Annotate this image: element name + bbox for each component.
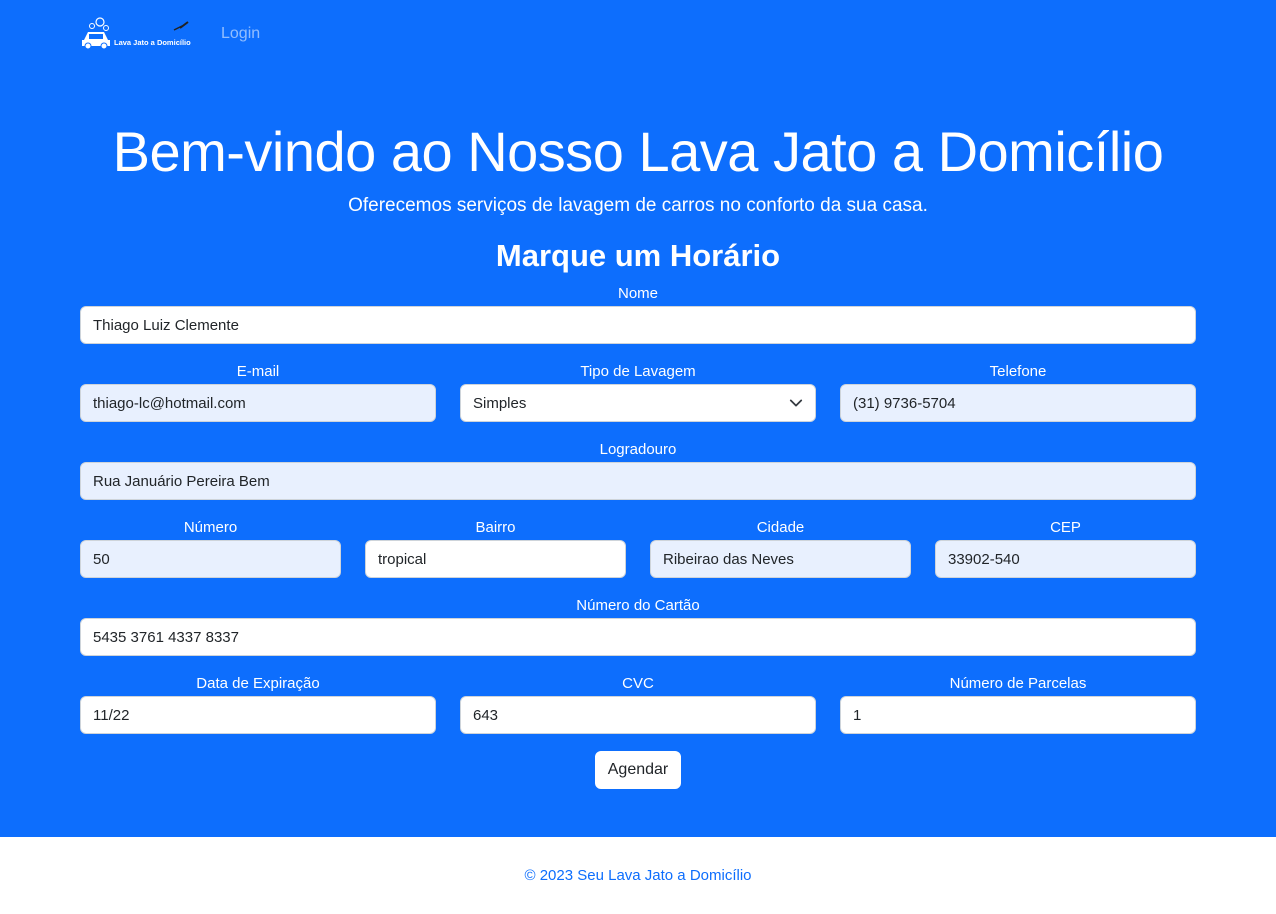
footer: © 2023 Seu Lava Jato a Domicílio [0,837,1276,914]
login-link[interactable]: Login [221,25,260,43]
cvc-input[interactable]: 643 [460,696,816,734]
nome-label: Nome [617,285,658,302]
cep-input[interactable]: 33902-540 [935,540,1196,578]
email-group: E-mail thiago-lc@hotmail.com [80,362,436,422]
nome-input[interactable]: Thiago Luiz Clemente [80,306,1196,344]
cartao-label: Número do Cartão [576,597,700,614]
cidade-group: Cidade Ribeirao das Neves [650,518,911,578]
footer-text: © 2023 Seu Lava Jato a Domicílio [524,867,752,884]
cidade-label: Cidade [756,519,805,536]
logradouro-group: Logradouro Rua Januário Pereira Bem [80,440,1196,500]
tipo-lavagem-select[interactable]: Simples [460,384,816,422]
telefone-group: Telefone (31) 9736-5704 [840,362,1196,422]
cvc-group: CVC 643 [460,674,816,734]
expiracao-group: Data de Expiração 11/22 [80,674,436,734]
cartao-group: Número do Cartão 5435 3761 4337 8337 [80,596,1196,656]
cidade-input[interactable]: Ribeirao das Neves [650,540,911,578]
numero-group: Número 50 [80,518,341,578]
bairro-input[interactable]: tropical [365,540,626,578]
tipo-lavagem-value: Simples [473,394,527,412]
navbar: Lava Jato a Domicílio Login [80,14,260,54]
tipo-lavagem-group: Tipo de Lavagem Simples [460,362,816,422]
numero-label: Número [183,519,238,536]
chevron-down-icon [789,399,803,407]
expiracao-input[interactable]: 11/22 [80,696,436,734]
telefone-label: Telefone [989,363,1047,380]
logradouro-label: Logradouro [599,441,677,458]
expiracao-label: Data de Expiração [196,675,320,692]
bairro-label: Bairro [475,519,516,536]
cep-group: CEP 33902-540 [935,518,1196,578]
parcelas-input[interactable]: 1 [840,696,1196,734]
cartao-input[interactable]: 5435 3761 4337 8337 [80,618,1196,656]
logradouro-input[interactable]: Rua Januário Pereira Bem [80,462,1196,500]
nome-group: Nome Thiago Luiz Clemente [80,284,1196,344]
hero-subtitle: Oferecemos serviços de lavagem de carros… [348,195,928,216]
cep-label: CEP [1050,519,1081,536]
brand-logo[interactable]: Lava Jato a Domicílio [80,16,194,52]
agendar-button[interactable]: Agendar [595,751,681,789]
telefone-input[interactable]: (31) 9736-5704 [840,384,1196,422]
tipo-lavagem-label: Tipo de Lavagem [580,363,696,380]
main-section: Lava Jato a Domicílio Login Bem-vindo ao… [0,0,1276,837]
car-wash-logo-icon: Lava Jato a Domicílio [82,17,191,50]
parcelas-label: Número de Parcelas [949,675,1087,692]
numero-input[interactable]: 50 [80,540,341,578]
email-input[interactable]: thiago-lc@hotmail.com [80,384,436,422]
form-title: Marque um Horário [495,238,781,273]
bairro-group: Bairro tropical [365,518,626,578]
brand-text: Lava Jato a Domicílio [114,38,191,47]
email-label: E-mail [236,363,280,380]
cvc-label: CVC [622,675,654,692]
hero-title: Bem-vindo ao Nosso Lava Jato a Domicílio [112,120,1164,183]
parcelas-group: Número de Parcelas 1 [840,674,1196,734]
